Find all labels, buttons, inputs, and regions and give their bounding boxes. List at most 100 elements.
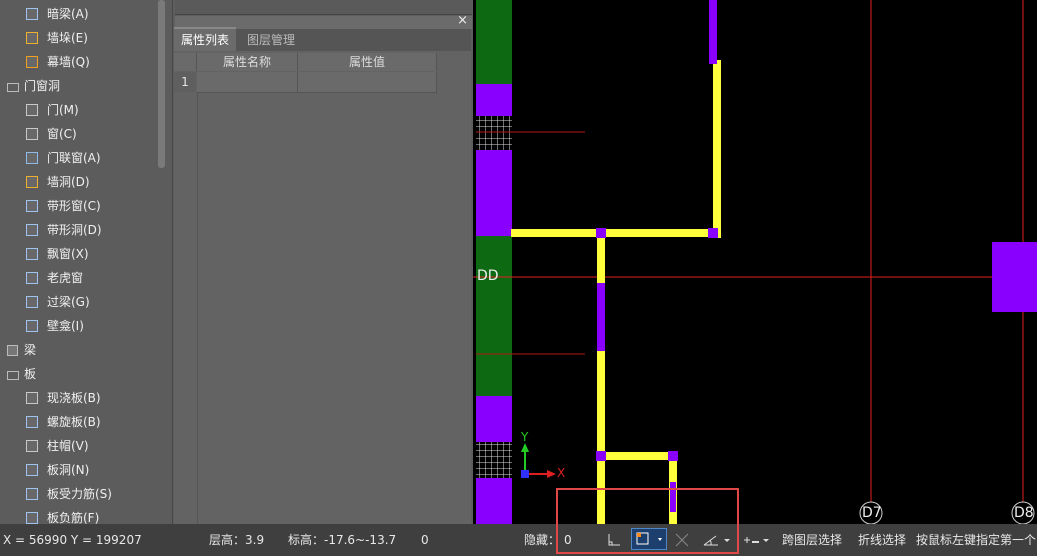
tree-item[interactable]: 板: [0, 363, 156, 385]
ucs-origin: [521, 470, 529, 478]
tree-item[interactable]: 柱帽(V): [0, 435, 156, 457]
column-block: [992, 242, 1037, 312]
elevation: 标高：-17.6~-13.7: [288, 533, 397, 547]
tree-item[interactable]: 壁龛(I): [0, 315, 156, 337]
tree-item-label: 墙垛(E): [47, 31, 88, 45]
highlight-box: [556, 488, 739, 554]
tree-item[interactable]: 板负筋(F): [0, 507, 156, 524]
tree-item-label: 门窗洞: [24, 79, 61, 93]
ucs-x-arrow: [547, 470, 556, 478]
tree-item-label: 门联窗(A): [47, 151, 101, 165]
tree-item-label: 板负筋(F): [47, 511, 100, 524]
tree-item[interactable]: 墙洞(D): [0, 171, 156, 193]
tree-item-label: 梁: [24, 343, 37, 357]
spiral-slab-icon: [26, 416, 38, 428]
tree-item[interactable]: 飘窗(X): [0, 243, 156, 265]
window-icon: [26, 128, 38, 140]
curtain-wall-icon: [26, 56, 38, 68]
tree-item[interactable]: 老虎窗: [0, 267, 156, 289]
tree-item-label: 现浇板(B): [47, 391, 101, 405]
close-icon[interactable]: ×: [457, 13, 468, 28]
tree-item[interactable]: 梁: [0, 339, 156, 361]
wall-pier-icon: [26, 32, 38, 44]
panel-top-strip: [175, 0, 472, 15]
tree-item-label: 窗(C): [47, 127, 77, 141]
tab-property-list[interactable]: 属性列表: [174, 27, 237, 51]
tree-item[interactable]: 门(M): [0, 99, 156, 121]
column-block: [476, 84, 512, 116]
tree-item-label: 过梁(G): [47, 295, 90, 309]
slab-hole-icon: [26, 464, 38, 476]
slab-neg-rebar-icon: [26, 512, 38, 524]
tree-item[interactable]: 螺旋板(B): [0, 411, 156, 433]
wall-node: [668, 451, 678, 461]
column-cap-icon: [26, 440, 38, 452]
cross-layer-select-button[interactable]: 跨图层选择: [782, 524, 842, 556]
property-name-cell[interactable]: [197, 72, 298, 93]
tree-item[interactable]: 幕墙(Q): [0, 51, 156, 73]
wall-column: [709, 0, 717, 64]
drawing-canvas[interactable]: DD D7 D8 Y X: [473, 0, 1037, 524]
status-zero: 0: [421, 533, 429, 547]
tree-item-label: 墙洞(D): [47, 175, 90, 189]
cad-drawing: [473, 0, 1037, 524]
tab-layer-manage[interactable]: 图层管理: [240, 29, 302, 51]
wall-segment: [597, 229, 605, 524]
strip-opening-icon: [26, 224, 38, 236]
column-header-value[interactable]: 属性值: [298, 53, 437, 71]
slab-rebar-icon: [26, 488, 38, 500]
folder-icon: [7, 83, 19, 92]
row-number: 1: [174, 72, 196, 92]
hatch-block: [476, 116, 512, 150]
tree-item[interactable]: 窗(C): [0, 123, 156, 145]
grid-divider: [197, 92, 198, 524]
axis-label-dd: DD: [477, 268, 499, 284]
grid-corner: [174, 53, 197, 71]
property-tabs: 属性列表 图层管理: [174, 27, 471, 51]
ucs-y-label: Y: [521, 430, 529, 444]
tree-item[interactable]: 带形洞(D): [0, 219, 156, 241]
door-window-icon: [26, 152, 38, 164]
wall-opening-icon: [26, 176, 38, 188]
niche-icon: [26, 320, 38, 332]
floor-height: 层高：3.9: [209, 533, 265, 547]
column-block: [476, 396, 512, 442]
tree-item-label: 门(M): [47, 103, 79, 117]
wall-opening: [597, 283, 605, 351]
tree-item[interactable]: 板受力筋(S): [0, 483, 156, 505]
bay-window-icon: [26, 248, 38, 260]
lineweight-icon[interactable]: [742, 532, 770, 548]
strip-window-icon: [26, 200, 38, 212]
tree-item-label: 暗梁(A): [47, 7, 89, 21]
wall-segment: [597, 452, 677, 460]
cast-slab-icon: [26, 392, 38, 404]
tree-item-label: 幕墙(Q): [47, 55, 90, 69]
wall-segment: [713, 60, 721, 238]
hidden-beam-icon: [26, 8, 38, 20]
tree-item-label: 板: [24, 367, 37, 381]
door-icon: [26, 104, 38, 116]
tree-item[interactable]: 板洞(N): [0, 459, 156, 481]
tree-item-label: 壁龛(I): [47, 319, 84, 333]
column-block: [476, 478, 512, 524]
tree-scrollbar[interactable]: [158, 0, 165, 168]
column-block: [476, 150, 512, 236]
wall-node: [708, 228, 718, 238]
tree-item[interactable]: 门联窗(A): [0, 147, 156, 169]
tree-item[interactable]: 过梁(G): [0, 291, 156, 313]
polyline-select-button[interactable]: 折线选择: [858, 524, 906, 556]
tree-item-label: 老虎窗: [47, 271, 84, 285]
tree-item[interactable]: 暗梁(A): [0, 3, 156, 25]
tree-item[interactable]: 现浇板(B): [0, 387, 156, 409]
tree-item[interactable]: 墙垛(E): [0, 27, 156, 49]
tree-item[interactable]: 带形窗(C): [0, 195, 156, 217]
ucs-x-label: X: [557, 466, 566, 480]
column-header-name[interactable]: 属性名称: [197, 53, 298, 71]
command-hint: 按鼠标左键指定第一个: [916, 533, 1037, 547]
status-bar: X = 56990 Y = 199207 层高：3.9 标高：-17.6~-13…: [0, 524, 1037, 556]
tree-item-label: 飘窗(X): [47, 247, 89, 261]
axis-label-d7: D7: [862, 505, 882, 521]
property-value-cell[interactable]: [298, 72, 437, 93]
cursor-coordinates: X = 56990 Y = 199207: [3, 533, 142, 547]
tree-item[interactable]: 门窗洞: [0, 75, 156, 97]
